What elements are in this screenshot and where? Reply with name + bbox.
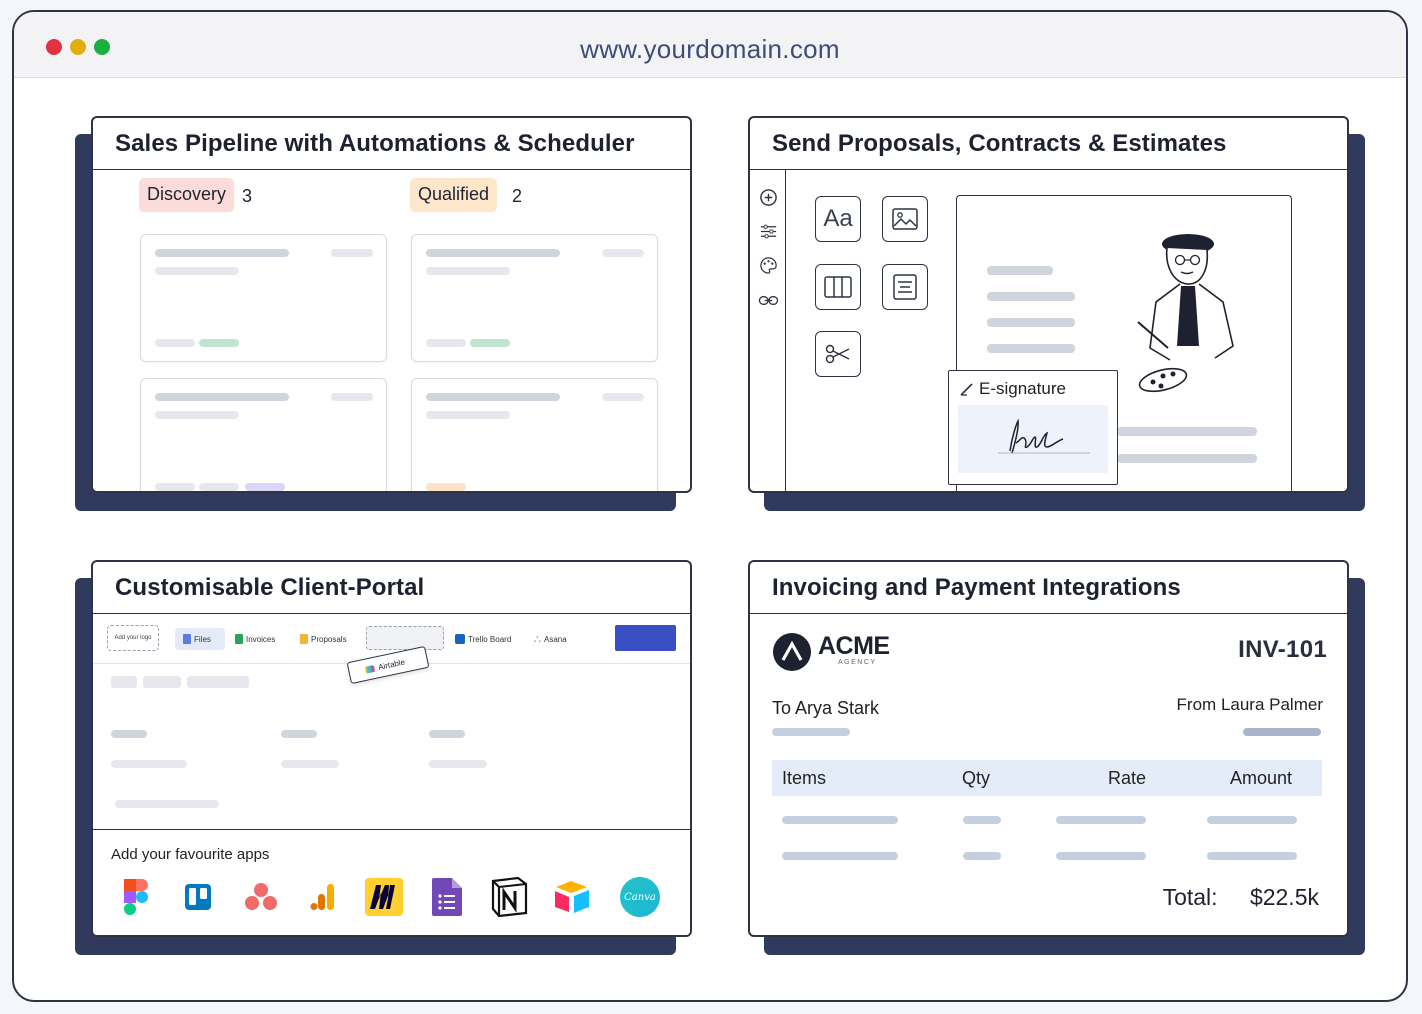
trello-icon[interactable]: [177, 876, 219, 918]
pipeline-board: Discovery 3 Qualified 2: [93, 170, 690, 491]
portal-tab-files[interactable]: Files: [175, 628, 225, 650]
link-icon[interactable]: [758, 291, 779, 310]
columns-icon: [824, 276, 852, 298]
analytics-icon[interactable]: [302, 876, 344, 918]
deal-card[interactable]: [411, 378, 658, 491]
pen-icon: [960, 383, 973, 396]
portal-content-area: [93, 666, 690, 832]
col-rate: Rate: [1108, 768, 1147, 788]
portal-nav-bar: Add your logo Files Invoices Proposals T…: [93, 614, 690, 685]
deal-card[interactable]: [140, 378, 387, 491]
artist-illustration: [1137, 234, 1234, 393]
canva-icon[interactable]: Canva: [619, 876, 661, 918]
acme-logo-icon: [773, 633, 811, 671]
total-value: $22.5k: [1249, 884, 1319, 910]
document-lines-icon: [893, 274, 917, 300]
content-block-tool[interactable]: [882, 264, 928, 310]
pipeline-card-title: Sales Pipeline with Automations & Schedu…: [93, 118, 690, 170]
tab-drop-slot[interactable]: [366, 626, 444, 650]
address-bar-url[interactable]: www.yourdomain.com: [14, 34, 1406, 65]
invoice-table-header: Items Qty Rate Amount: [772, 760, 1322, 796]
portal-card-title: Customisable Client-Portal: [93, 562, 690, 614]
invoice-number: INV-101: [1238, 636, 1327, 663]
esignature-label: E-signature: [979, 379, 1066, 398]
asana-icon[interactable]: [240, 876, 282, 918]
scissors-icon: [825, 344, 850, 364]
logo-upload-placeholder[interactable]: Add your logo: [107, 625, 159, 651]
cut-tool[interactable]: [815, 331, 861, 377]
text-block-tool[interactable]: Aa: [815, 196, 861, 242]
col-amount: Amount: [1230, 768, 1293, 788]
stage-discovery-count: 3: [242, 186, 253, 206]
stage-qualified-label[interactable]: Qualified: [410, 178, 498, 212]
palette-icon[interactable]: [759, 256, 778, 275]
proposal-icon: [300, 634, 308, 644]
notion-icon[interactable]: [488, 876, 530, 918]
deal-card[interactable]: [411, 234, 658, 362]
invoice-icon: [235, 634, 243, 644]
deal-card[interactable]: [140, 234, 387, 362]
invoice-card-title: Invoicing and Payment Integrations: [750, 562, 1347, 614]
asana-icon: ∴: [534, 633, 541, 646]
apps-heading: Add your favourite apps: [111, 846, 270, 863]
editor-tool-rail: [750, 170, 786, 491]
pipeline-card: Sales Pipeline with Automations & Schedu…: [91, 116, 692, 493]
sliders-icon[interactable]: [759, 222, 778, 241]
trello-icon: [455, 634, 465, 644]
proposals-card-title: Send Proposals, Contracts & Estimates: [750, 118, 1347, 170]
invoice-total: Total: $22.5k: [1163, 884, 1319, 911]
col-items: Items: [782, 768, 827, 788]
figma-icon[interactable]: [115, 876, 157, 918]
bill-to: To Arya Stark: [772, 698, 880, 718]
signature-pad[interactable]: [958, 405, 1108, 473]
google-forms-icon[interactable]: [426, 876, 468, 918]
portal-tab-trello-board[interactable]: Trello Board: [455, 628, 511, 650]
total-label: Total:: [1162, 884, 1218, 910]
image-icon: [892, 208, 918, 230]
brand-subtitle: AGENCY: [838, 659, 877, 666]
portal-card: Customisable Client-Portal Add your logo…: [91, 560, 692, 937]
columns-block-tool[interactable]: [815, 264, 861, 310]
add-circle-icon[interactable]: [759, 188, 778, 207]
col-qty: Qty: [962, 768, 991, 788]
bill-from: From Laura Palmer: [1176, 695, 1323, 714]
browser-titlebar: www.yourdomain.com: [14, 12, 1406, 78]
portal-tab-proposals[interactable]: Proposals: [300, 628, 347, 650]
invoice-card: Invoicing and Payment Integrations ACME …: [748, 560, 1349, 937]
portal-action-button[interactable]: [615, 625, 676, 651]
signature-scribble-icon: [998, 418, 1090, 454]
proposals-card: Send Proposals, Contracts & Estimates Aa: [748, 116, 1349, 493]
brand-name: ACME: [818, 632, 890, 660]
image-block-tool[interactable]: [882, 196, 928, 242]
file-icon: [183, 634, 191, 644]
portal-tab-asana[interactable]: ∴ Asana: [534, 628, 567, 650]
stage-discovery-label[interactable]: Discovery: [139, 178, 235, 212]
stage-qualified-count: 2: [512, 186, 523, 206]
favourite-apps-panel: Add your favourite apps Canva: [93, 829, 690, 935]
miro-icon[interactable]: [363, 876, 405, 918]
airtable-icon[interactable]: [552, 876, 594, 918]
acme-logo: ACME AGENCY: [772, 632, 922, 674]
font-icon: Aa: [823, 205, 853, 232]
portal-tab-invoices[interactable]: Invoices: [235, 628, 275, 650]
esignature-field[interactable]: E-signature: [948, 370, 1118, 485]
